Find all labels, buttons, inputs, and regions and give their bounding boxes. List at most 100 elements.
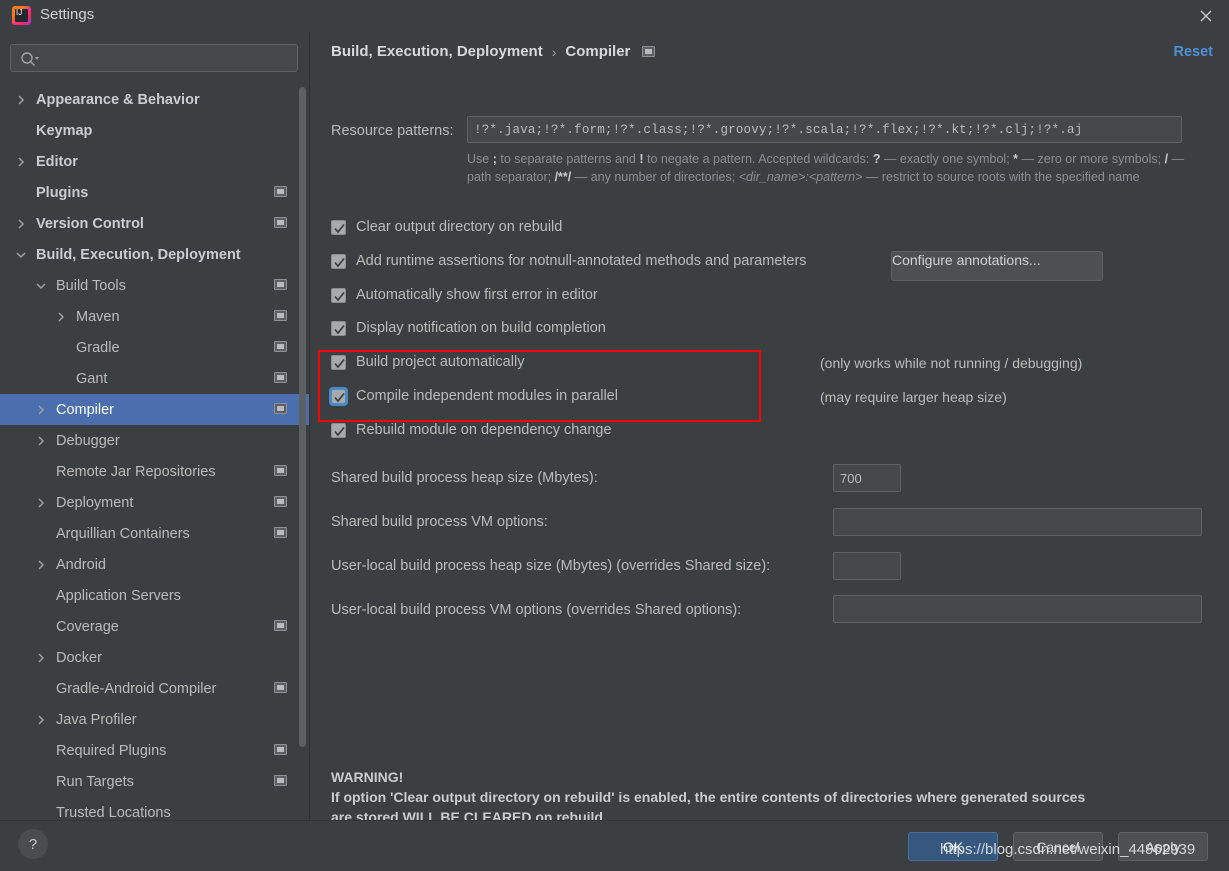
resource-patterns-hint: Use ; to separate patterns and ! to nega… [467,152,1185,184]
sidebar-item-java-profiler[interactable]: Java Profiler [0,704,309,735]
user-local-heap-size-input[interactable] [833,552,901,580]
sidebar-item-editor[interactable]: Editor [0,146,309,177]
sidebar-item-docker[interactable]: Docker [0,642,309,673]
sidebar-item-trusted-locations[interactable]: Trusted Locations [0,797,309,821]
sidebar-item-required-plugins[interactable]: Required Plugins [0,735,309,766]
sidebar-item-compiler[interactable]: Compiler [0,394,309,425]
settings-tree: Appearance & Behavior Keymap Editor Plugins… [0,84,309,820]
sidebar-item-run-targets[interactable]: Run Targets [0,766,309,797]
sidebar-item-version-control[interactable]: Version Control [0,208,309,239]
checkbox-display-notification[interactable]: Display notification on build completion [331,320,606,336]
apply-button[interactable]: Apply [1118,832,1208,861]
sidebar-item-maven[interactable]: Maven [0,301,309,332]
chevron-right-icon[interactable] [54,310,68,324]
project-scope-icon [274,682,287,693]
chevron-right-icon[interactable] [34,434,48,448]
sidebar-item-keymap[interactable]: Keymap [0,115,309,146]
sidebar-item-label: Run Targets [56,773,134,790]
project-scope-icon [274,403,287,414]
chevron-right-icon[interactable] [14,155,28,169]
checkbox-compile-modules-in-parallel[interactable]: Compile independent modules in parallel [331,388,618,404]
sidebar-item-plugins[interactable]: Plugins [0,177,309,208]
reset-link[interactable]: Reset [1174,44,1214,60]
chevron-right-icon[interactable] [34,651,48,665]
sidebar-item-debugger[interactable]: Debugger [0,425,309,456]
project-scope-icon [274,527,287,538]
sidebar-item-android[interactable]: Android [0,549,309,580]
chevron-right-icon[interactable] [34,558,48,572]
project-scope-icon [274,744,287,755]
sidebar-item-label: Arquillian Containers [56,525,190,542]
sidebar-item-label: Gant [76,370,108,387]
note-build-automatically: (only works while not running / debuggin… [820,355,1083,371]
search-input[interactable] [45,45,291,71]
checkbox-clear-output-directory[interactable]: Clear output directory on rebuild [331,219,562,235]
sidebar-item-coverage[interactable]: Coverage [0,611,309,642]
sidebar-item-label: Debugger [56,432,120,449]
sidebar-item-label: Maven [76,308,120,325]
checkbox-auto-show-first-error[interactable]: Automatically show first error in editor [331,287,598,303]
user-local-vm-options-input[interactable] [833,595,1202,623]
chevron-right-icon[interactable] [34,713,48,727]
checkbox-box[interactable] [331,287,346,303]
resource-patterns-input[interactable] [467,116,1182,143]
cancel-button[interactable]: Cancel [1013,832,1103,861]
project-scope-icon [274,186,287,197]
sidebar-item-label: Keymap [36,122,93,139]
resource-patterns-label: Resource patterns: [331,123,454,139]
checkbox-box[interactable] [331,320,346,336]
sidebar-scrollbar-thumb[interactable] [299,87,306,747]
warning-title: WARNING! [331,769,404,785]
checkbox-build-project-automatically[interactable]: Build project automatically [331,354,524,370]
sidebar-item-label: Java Profiler [56,711,137,728]
checkbox-box[interactable] [331,388,346,404]
search-box[interactable] [10,44,298,72]
close-icon[interactable] [1183,0,1229,32]
sidebar-item-deployment[interactable]: Deployment [0,487,309,518]
sidebar-item-gradle[interactable]: Gradle [0,332,309,363]
checkbox-label: Clear output directory on rebuild [356,219,563,235]
project-scope-icon [274,217,287,228]
sidebar-item-gant[interactable]: Gant [0,363,309,394]
breadcrumb: Build, Execution, Deployment › Compiler [331,43,656,60]
sidebar-item-label: Required Plugins [56,742,167,759]
shared-vm-options-input[interactable] [833,508,1202,536]
checkbox-box[interactable] [331,422,346,438]
chevron-down-icon[interactable] [34,279,48,293]
sidebar-item-build-execution-deployment[interactable]: Build, Execution, Deployment [0,239,309,270]
sidebar-item-label: Coverage [56,618,119,635]
checkbox-rebuild-module-on-dependency-change[interactable]: Rebuild module on dependency change [331,422,612,438]
ok-button[interactable]: OK [908,832,998,861]
dialog-footer: ? OK Cancel Apply [0,820,1229,871]
checkbox-box[interactable] [331,253,346,269]
chevron-right-icon[interactable] [34,496,48,510]
checkbox-box[interactable] [331,219,346,235]
checkbox-label: Display notification on build completion [356,320,606,336]
sidebar-item-remote-jar-repositories[interactable]: Remote Jar Repositories [0,456,309,487]
chevron-right-icon[interactable] [14,93,28,107]
help-button[interactable]: ? [18,829,48,859]
checkbox-add-runtime-assertions[interactable]: Add runtime assertions for notnull-annot… [331,253,807,269]
sidebar-item-label: Version Control [36,215,144,232]
sidebar-item-appearance-behavior[interactable]: Appearance & Behavior [0,84,309,115]
breadcrumb-parent[interactable]: Build, Execution, Deployment [331,43,543,60]
sidebar-item-label: Android [56,556,106,573]
checkbox-label: Rebuild module on dependency change [356,422,612,438]
chevron-right-icon[interactable] [14,217,28,231]
shared-heap-size-input[interactable] [833,464,901,492]
breadcrumb-current: Compiler [565,43,631,60]
configure-annotations-button[interactable]: Configure annotations... [891,251,1103,281]
sidebar-item-build-tools[interactable]: Build Tools [0,270,309,301]
shared-vm-options-label: Shared build process VM options: [331,514,548,530]
checkbox-box[interactable] [331,354,346,370]
sidebar-item-gradle-android-compiler[interactable]: Gradle-Android Compiler [0,673,309,704]
sidebar-item-label: Gradle [76,339,120,356]
sidebar-item-application-servers[interactable]: Application Servers [0,580,309,611]
sidebar-item-label: Build Tools [56,277,126,294]
chevron-down-icon[interactable] [14,248,28,262]
sidebar-item-arquillian-containers[interactable]: Arquillian Containers [0,518,309,549]
project-scope-icon [274,775,287,786]
sidebar-item-label: Build, Execution, Deployment [36,246,241,263]
chevron-right-icon[interactable] [34,403,48,417]
breadcrumb-separator: › [551,43,557,60]
